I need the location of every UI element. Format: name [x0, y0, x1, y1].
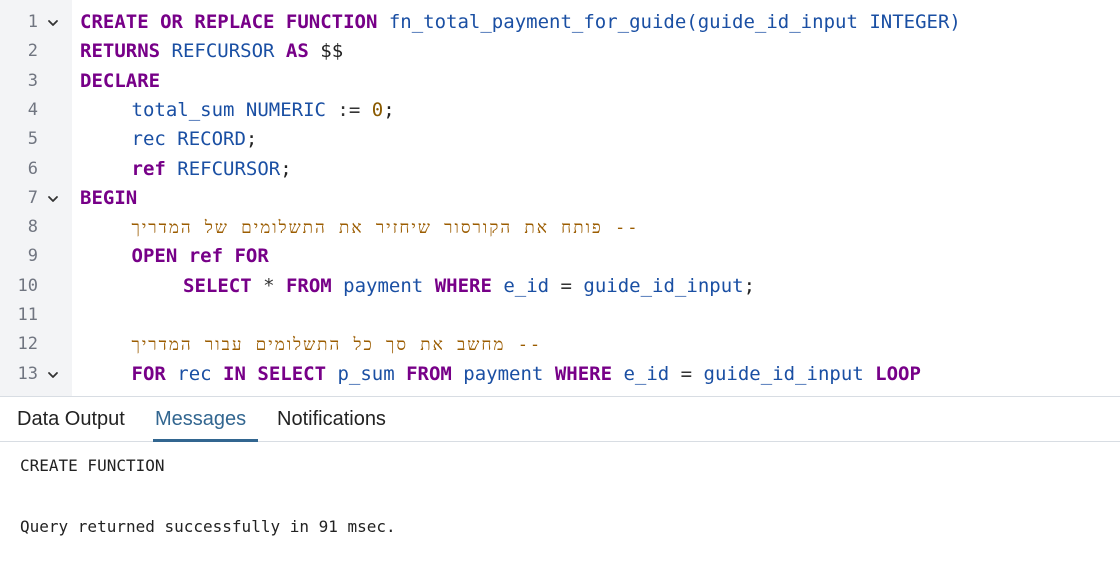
- code-token: total_sum NUMERIC: [131, 98, 326, 121]
- messages-panel: CREATE FUNCTION Query returned successfu…: [0, 442, 1120, 567]
- tab-notifications[interactable]: Notifications: [277, 397, 386, 441]
- code-token: SELECT: [183, 274, 252, 297]
- code-text: FOR rec IN SELECT p_sum FROM payment WHE…: [132, 360, 921, 389]
- code-line[interactable]: 12 -- מחשב את סך כל התשלומים עבור המדריך: [0, 330, 1120, 359]
- code-token: ref: [131, 157, 166, 180]
- code-token: WHERE: [554, 362, 613, 385]
- line-number: 11: [17, 305, 38, 325]
- code-token: fn_total_payment_for_guide: [377, 11, 687, 33]
- code-token: e_id: [491, 274, 561, 297]
- code-token: BEGIN: [80, 186, 138, 209]
- code-line[interactable]: 10 SELECT * FROM payment WHERE e_id = gui…: [0, 272, 1120, 301]
- code-token: =: [560, 274, 572, 297]
- line-number: 6: [27, 158, 38, 179]
- code-token: -- מחשב את סך כל התשלומים עבור המדריך: [131, 335, 543, 356]
- code-token: FOR: [131, 362, 166, 385]
- code-token: SELECT: [257, 362, 327, 385]
- code-line[interactable]: 3 DECLARE: [0, 67, 1120, 96]
- code-token: guide_id_input INTEGER: [697, 11, 950, 33]
- code-text: -- פותח את הקורסור שיחזיר את התשלומים של…: [132, 213, 640, 243]
- code-token: DECLARE: [80, 69, 161, 92]
- code-token: ;: [245, 128, 258, 151]
- code-token: p_sum: [326, 362, 407, 385]
- code-token: rec: [165, 362, 224, 385]
- code-token: guide_id_input: [571, 274, 744, 297]
- tab-messages[interactable]: Messages: [152, 397, 259, 442]
- line-number: 13: [17, 363, 38, 384]
- line-number: 4: [27, 99, 38, 120]
- code-token: REFCURSOR: [165, 157, 281, 180]
- line-number: 7: [27, 187, 38, 208]
- message-query-success: Query returned successfully in 91 msec.: [20, 517, 396, 536]
- code-line[interactable]: 11: [0, 301, 1120, 330]
- message-create-function: CREATE FUNCTION: [20, 456, 165, 475]
- line-number: 1: [27, 12, 38, 32]
- code-text: BEGIN: [80, 184, 137, 213]
- code-line[interactable]: 2 RETURNS REFCURSOR AS $$: [0, 37, 1120, 66]
- code-token: OPEN: [131, 245, 178, 268]
- line-number: 8: [27, 217, 38, 238]
- line-number: 5: [27, 129, 38, 150]
- code-text: total_sum NUMERIC := 0;: [132, 96, 395, 125]
- code-line[interactable]: 4 total_sum NUMERIC := 0;: [0, 96, 1120, 125]
- code-token: AS: [285, 40, 309, 63]
- code-token: 0: [371, 98, 384, 121]
- code-token: RETURNS: [80, 40, 161, 63]
- code-text: ref REFCURSOR;: [132, 155, 292, 184]
- code-token: ;: [280, 157, 292, 180]
- code-token: *: [251, 274, 286, 297]
- code-token: FOR: [234, 245, 269, 268]
- code-token: ): [949, 11, 961, 33]
- code-text: OPEN ref FOR: [132, 242, 269, 271]
- code-line[interactable]: 8 -- פותח את הקורסור שיחזיר את התשלומים ש…: [0, 213, 1120, 242]
- code-token: FROM: [285, 274, 332, 297]
- code-token: payment: [331, 274, 435, 297]
- code-text: -- מחשב את סך כל התשלומים עבור המדריך: [132, 330, 543, 360]
- code-token: -- פותח את הקורסור שיחזיר את התשלומים של…: [131, 218, 640, 239]
- code-text: RETURNS REFCURSOR AS $$: [80, 37, 343, 66]
- line-number: 12: [17, 334, 38, 355]
- code-text: rec RECORD;: [132, 125, 258, 154]
- code-token: $$: [308, 40, 344, 63]
- code-line[interactable]: 6 ref REFCURSOR;: [0, 155, 1120, 184]
- code-editor[interactable]: 1 CREATE OR REPLACE FUNCTION fn_total_pay…: [0, 0, 1120, 396]
- line-number: 3: [27, 70, 38, 91]
- result-tabs: Data Output Messages Notifications: [0, 396, 1120, 442]
- tab-data-output[interactable]: Data Output: [17, 397, 125, 441]
- code-text: DECLARE: [80, 67, 160, 96]
- line-number: 9: [27, 246, 38, 267]
- code-text: SELECT * FROM payment WHERE e_id = guide…: [183, 272, 755, 301]
- code-token: REFCURSOR: [160, 40, 286, 63]
- code-text: CREATE OR REPLACE FUNCTION fn_total_paym…: [80, 8, 961, 37]
- code-token: LOOP: [875, 362, 921, 385]
- code-token: guide_id_input: [692, 362, 876, 385]
- code-line[interactable]: 1 CREATE OR REPLACE FUNCTION fn_total_pay…: [0, 8, 1120, 37]
- code-line[interactable]: 13 FOR rec IN SELECT p_sum FROM payment W…: [0, 360, 1120, 389]
- code-line[interactable]: 5 rec RECORD;: [0, 125, 1120, 154]
- code-token: (: [686, 11, 698, 33]
- chevron-down-icon[interactable]: [46, 16, 60, 30]
- code-token: ref: [177, 245, 235, 268]
- code-token: WHERE: [434, 274, 492, 297]
- code-token: =: [680, 362, 693, 385]
- line-number: 2: [27, 41, 38, 62]
- code-token: e_id: [612, 362, 681, 385]
- code-token: CREATE OR REPLACE FUNCTION: [80, 11, 378, 33]
- code-token: IN: [223, 362, 246, 385]
- code-line[interactable]: 7 BEGIN: [0, 184, 1120, 213]
- line-number: 10: [17, 275, 38, 296]
- chevron-down-icon[interactable]: [46, 368, 60, 382]
- code-token: :=: [325, 98, 372, 121]
- code-token: ;: [743, 274, 756, 297]
- code-token: payment: [451, 362, 555, 385]
- code-token: FROM: [406, 362, 452, 385]
- code-token: ;: [383, 98, 395, 121]
- code-line[interactable]: 9 OPEN ref FOR: [0, 242, 1120, 271]
- chevron-down-icon[interactable]: [46, 192, 60, 206]
- code-token: rec RECORD: [131, 128, 246, 151]
